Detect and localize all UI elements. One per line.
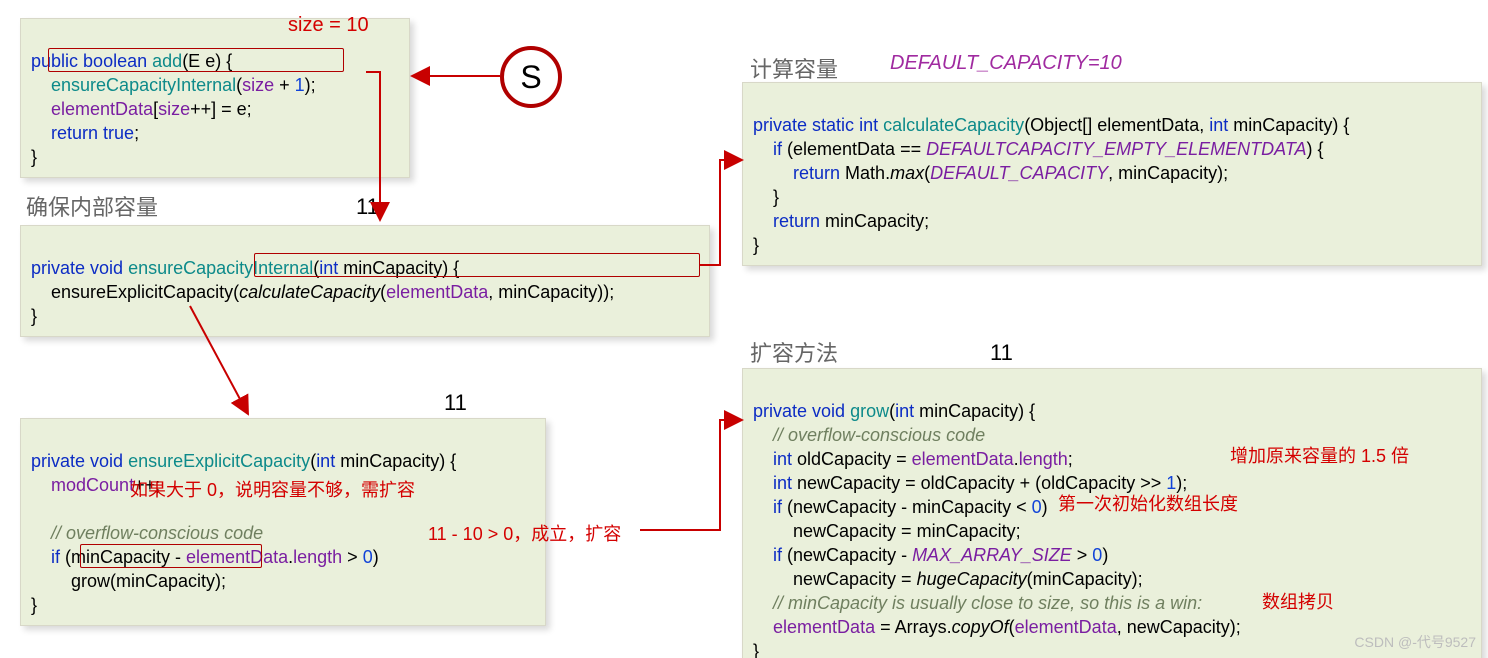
highlight-calculateCapacity-call — [254, 253, 700, 277]
label-calc: 计算容量 — [750, 52, 838, 84]
anno-15x: 增加原来容量的 1.5 倍 — [1230, 442, 1409, 468]
anno-if-gt0: 如果大于 0，说明容量不够，需扩容 — [130, 476, 415, 502]
anno-copy: 数组拷贝 — [1262, 588, 1334, 614]
highlight-grow-call — [80, 544, 262, 568]
label-ensure-internal: 确保内部容量 — [26, 190, 158, 222]
anno-first-init: 第一次初始化数组长度 — [1058, 490, 1238, 516]
code-ensureCapacityInternal: private void ensureCapacityInternal(int … — [20, 225, 710, 337]
num-11-b: 11 — [444, 390, 467, 416]
highlight-ensureCapacityInternal-call — [48, 48, 344, 72]
code-add: public boolean add(E e) { ensureCapacity… — [20, 18, 410, 178]
label-grow: 扩容方法 — [750, 336, 838, 368]
anno-11-10: 11 - 10 > 0，成立，扩容 — [428, 520, 621, 546]
num-11-c: 11 — [990, 340, 1013, 366]
num-11-a: 11 — [356, 194, 379, 220]
watermark: CSDN @-代号9527 — [1354, 632, 1476, 652]
start-badge: S — [500, 46, 562, 108]
anno-default-capacity: DEFAULT_CAPACITY=10 — [890, 52, 1122, 75]
anno-size: size = 10 — [288, 14, 369, 37]
code-calculateCapacity: private static int calculateCapacity(Obj… — [742, 82, 1482, 266]
diagram-canvas: public boolean add(E e) { ensureCapacity… — [0, 0, 1488, 658]
